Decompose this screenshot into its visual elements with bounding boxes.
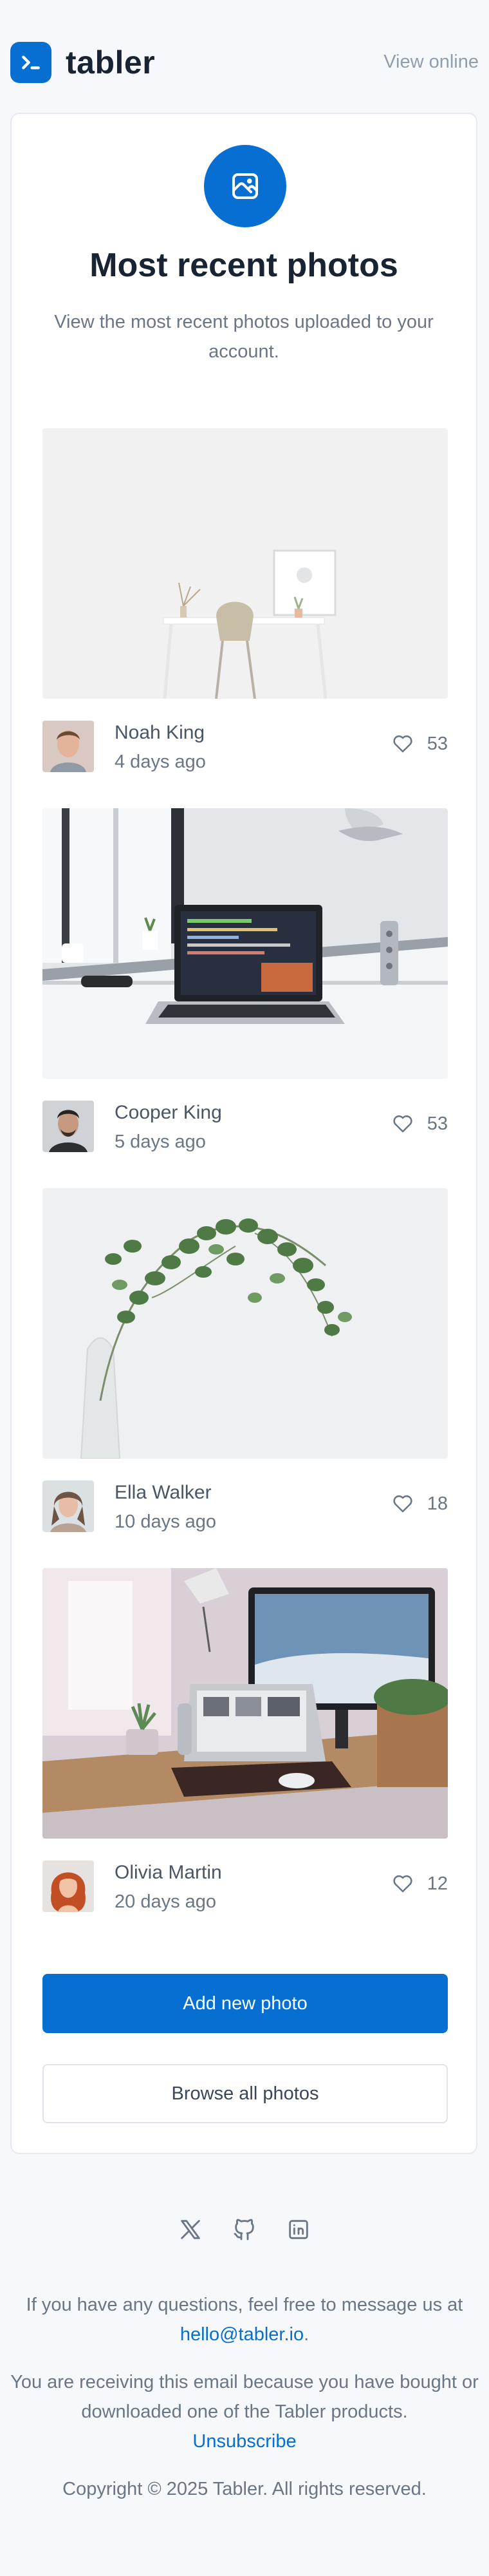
receiving-label: You are receiving this email because you… bbox=[10, 2372, 479, 2422]
avatar[interactable] bbox=[42, 1481, 94, 1532]
photo-meta: Ella Walker 10 days ago 18 bbox=[42, 1479, 448, 1533]
post-time: 5 days ago bbox=[115, 1132, 206, 1152]
heart-icon bbox=[393, 735, 412, 753]
card-title: Most recent photos bbox=[89, 247, 398, 284]
support-email-link[interactable]: hello@tabler.io bbox=[180, 2324, 304, 2345]
period: . bbox=[304, 2324, 309, 2345]
likes-count: 53 bbox=[427, 1113, 448, 1134]
likes-count: 12 bbox=[427, 1873, 448, 1894]
author-name: Ella Walker bbox=[115, 1482, 212, 1503]
x-icon[interactable] bbox=[176, 2215, 205, 2244]
questions-text: If you have any questions, feel free to … bbox=[10, 2290, 479, 2349]
likes-count: 18 bbox=[427, 1493, 448, 1514]
photo-image[interactable] bbox=[42, 808, 448, 1079]
avatar[interactable] bbox=[42, 1101, 94, 1152]
copyright: Copyright © 2025 Tabler. All rights rese… bbox=[62, 2479, 427, 2499]
post-time: 10 days ago bbox=[115, 1511, 217, 1532]
author-name: Olivia Martin bbox=[115, 1862, 222, 1883]
email-header: tabler View online bbox=[0, 0, 489, 122]
linkedin-icon[interactable] bbox=[284, 2215, 313, 2244]
questions-label: If you have any questions, feel free to … bbox=[26, 2295, 463, 2315]
like-button[interactable]: 18 bbox=[391, 1492, 448, 1515]
author-name: Cooper King bbox=[115, 1102, 222, 1123]
card-subtitle: View the most recent photos uploaded to … bbox=[54, 312, 434, 362]
add-photo-button[interactable]: Add new photo bbox=[42, 1974, 448, 2033]
heart-icon bbox=[393, 1495, 412, 1513]
photo-icon bbox=[204, 145, 286, 227]
photos-card: Most recent photos View the most recent … bbox=[10, 113, 477, 2154]
brand-logo[interactable]: tabler bbox=[10, 42, 155, 83]
like-button[interactable]: 53 bbox=[391, 1112, 448, 1135]
author-name: Noah King bbox=[115, 722, 205, 743]
unsubscribe-link[interactable]: Unsubscribe bbox=[192, 2431, 296, 2452]
avatar[interactable] bbox=[42, 1861, 94, 1912]
avatar[interactable] bbox=[42, 721, 94, 772]
brand-name: tabler bbox=[66, 44, 156, 80]
like-button[interactable]: 53 bbox=[391, 732, 448, 755]
heart-icon bbox=[393, 1875, 412, 1893]
receiving-text: You are receiving this email because you… bbox=[10, 2367, 479, 2456]
likes-count: 53 bbox=[427, 733, 448, 754]
github-icon[interactable] bbox=[230, 2215, 259, 2244]
photo-meta: Cooper King 5 days ago 53 bbox=[42, 1099, 448, 1153]
view-online-link[interactable]: View online bbox=[383, 52, 479, 73]
social-links bbox=[0, 2215, 489, 2244]
post-time: 20 days ago bbox=[115, 1891, 217, 1912]
photo-meta: Noah King 4 days ago 53 bbox=[42, 719, 448, 773]
heart-icon bbox=[393, 1115, 412, 1133]
photo-meta: Olivia Martin 20 days ago 12 bbox=[42, 1859, 448, 1913]
post-time: 4 days ago bbox=[115, 752, 206, 772]
terminal-icon bbox=[10, 42, 51, 83]
like-button[interactable]: 12 bbox=[391, 1872, 448, 1895]
browse-photos-button[interactable]: Browse all photos bbox=[42, 2064, 448, 2123]
photo-image[interactable] bbox=[42, 1188, 448, 1459]
photo-image[interactable] bbox=[42, 1568, 448, 1839]
photo-image[interactable] bbox=[42, 428, 448, 699]
